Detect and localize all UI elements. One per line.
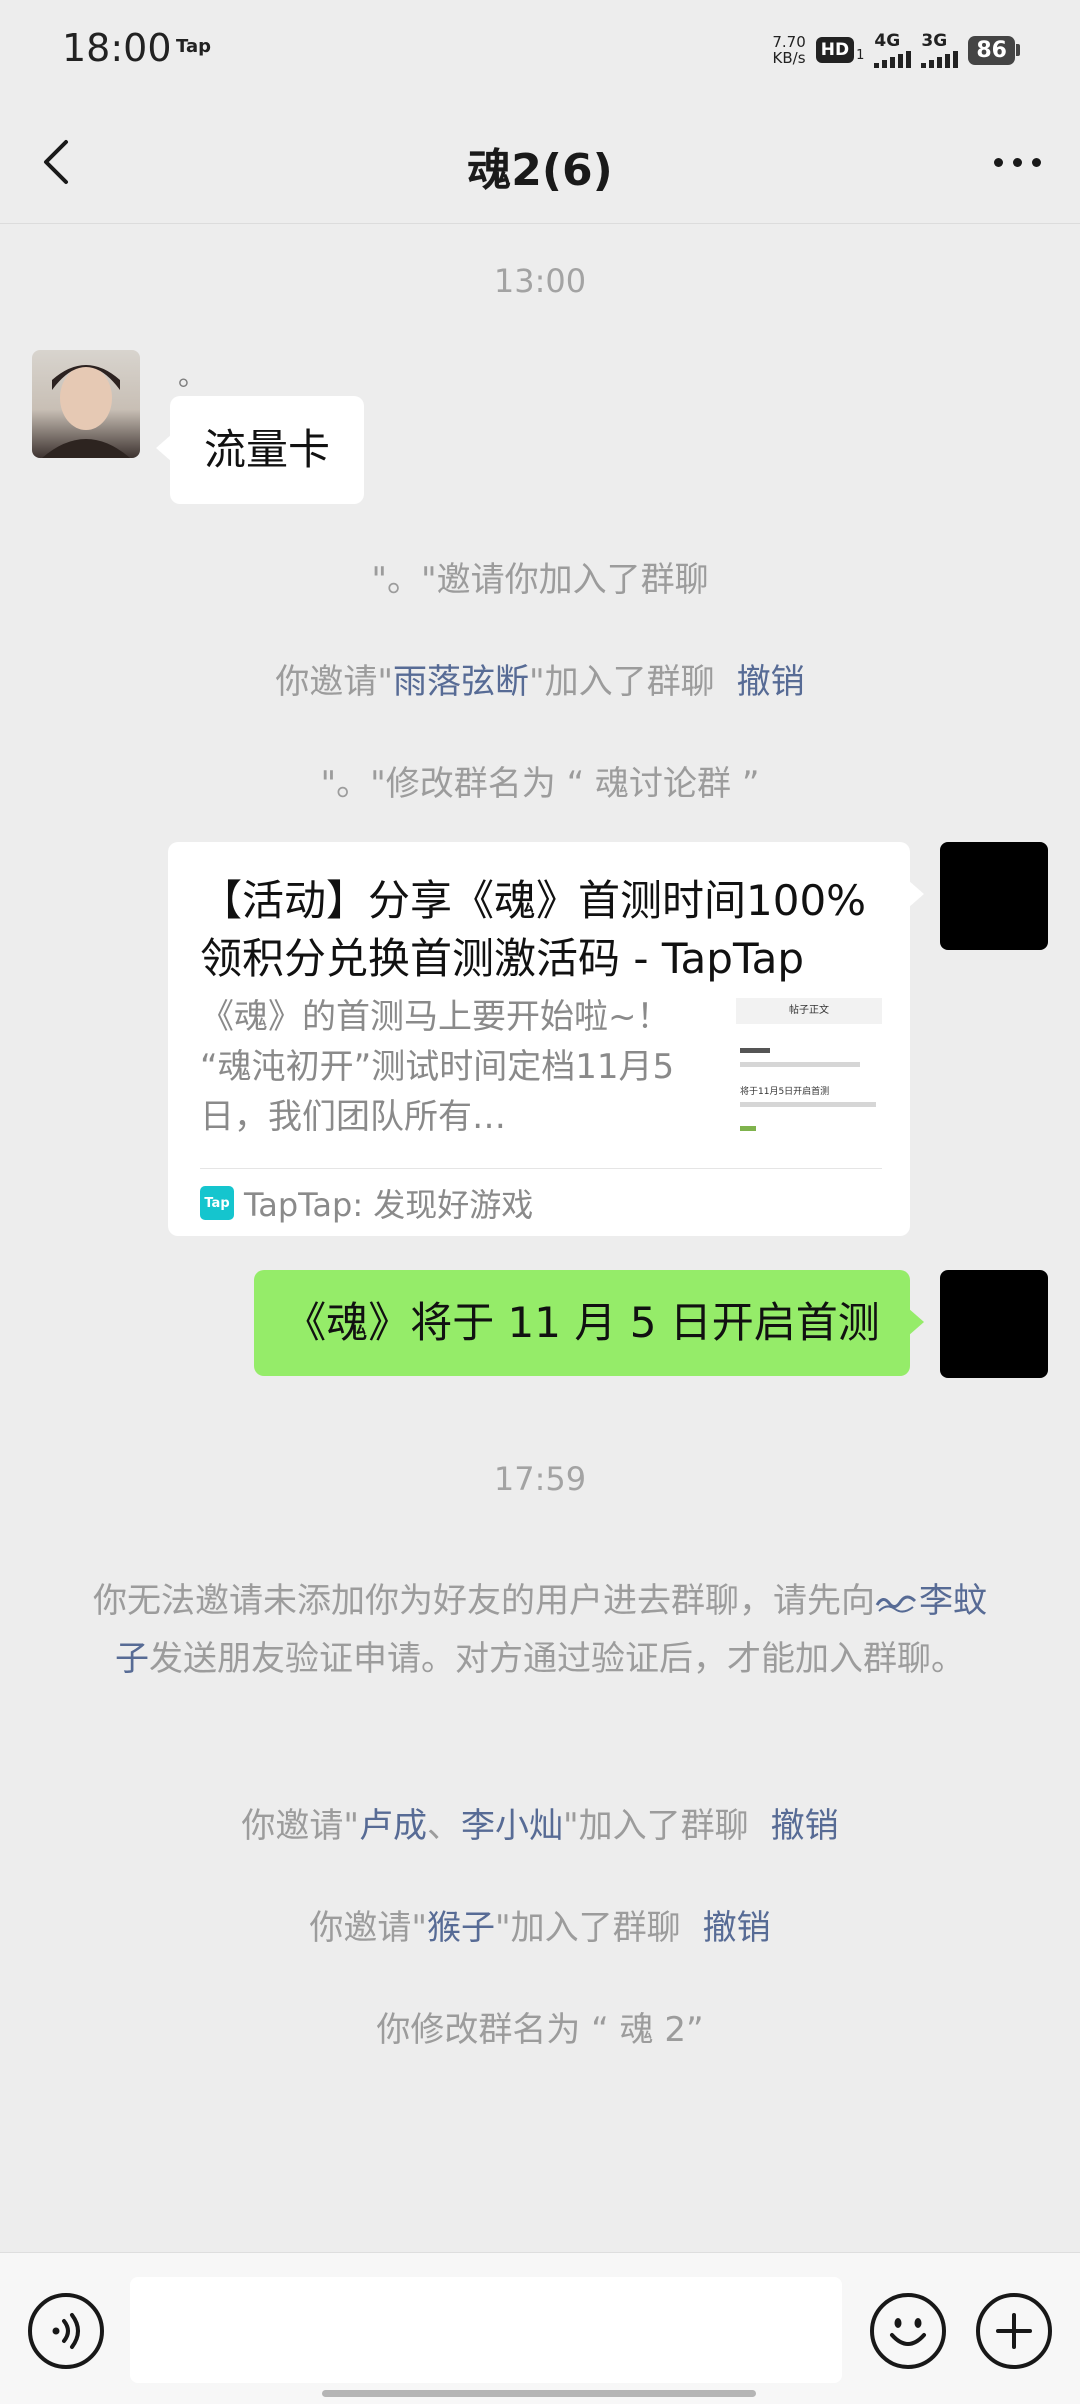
avatar[interactable] xyxy=(940,1270,1048,1378)
net-speed-unit: KB/s xyxy=(772,49,806,67)
voice-icon[interactable] xyxy=(28,2293,104,2369)
thumb-line xyxy=(740,1048,770,1053)
system-message: 你邀请"卢成、李小灿"加入了群聊 撤销 xyxy=(0,1798,1080,1847)
more-dots-icon[interactable] xyxy=(984,136,1050,188)
signal-3g-icon: 3G xyxy=(921,31,959,68)
hd-sub: 1 xyxy=(856,48,865,63)
link-card[interactable]: 【活动】分享《魂》首测时间100%领积分兑换首测激活码 - TapTap 《魂》… xyxy=(168,842,924,1236)
net-speed: 7.70 KB/s xyxy=(772,34,805,66)
thumb-header: 帖子正文 xyxy=(736,998,882,1024)
system-message: 你邀请"猴子"加入了群聊 撤销 xyxy=(0,1900,1080,1949)
status-icons: 7.70 KB/s HD 1 4G 3G 86 xyxy=(772,28,1020,72)
member-link[interactable]: 猴子 xyxy=(427,1908,495,1948)
hd-label: HD xyxy=(815,37,855,63)
signal-3g-label: 3G xyxy=(921,31,948,51)
message-input[interactable] xyxy=(130,2277,842,2383)
signal-4g-icon: 4G xyxy=(874,31,912,68)
message-bubble[interactable]: 流量卡 xyxy=(155,396,365,504)
card-title: 【活动】分享《魂》首测时间100%领积分兑换首测激活码 - TapTap xyxy=(200,876,867,983)
system-notice: 你无法邀请未添加你为好友的用户进去群聊，请先向 李蚊子发送朋友验证申请。对方通过验… xyxy=(90,1572,990,1688)
timestamp: 17:59 xyxy=(493,1460,587,1498)
system-text: "加入了群聊 xyxy=(563,1806,749,1846)
card-thumbnail: 帖子正文 将于11月5日开启首测 xyxy=(736,998,882,1144)
system-text: 你邀请" xyxy=(275,662,393,702)
sender-name: 。 xyxy=(178,359,207,392)
chat-title: 魂2(6) xyxy=(467,145,613,196)
revoke-link[interactable]: 撤销 xyxy=(771,1806,839,1846)
system-message: 你修改群名为 “ 魂 2” xyxy=(376,2010,704,2050)
system-text: "加入了群聊 xyxy=(529,662,715,702)
thumb-line xyxy=(740,1062,860,1067)
taptap-logo-icon: Tap xyxy=(200,1186,234,1220)
system-text: 你邀请" xyxy=(309,1908,427,1948)
status-time: 18:00 xyxy=(62,26,172,70)
thumb-line xyxy=(740,1102,876,1107)
member-link[interactable]: 卢成 xyxy=(359,1806,427,1846)
system-text: "加入了群聊 xyxy=(495,1908,681,1948)
timestamp: 13:00 xyxy=(493,262,587,300)
card-divider xyxy=(200,1168,882,1169)
battery-level: 86 xyxy=(968,35,1015,65)
card-source-label: TapTap: 发现好游戏 xyxy=(244,1186,534,1224)
card-source: Tap TapTap: 发现好游戏 xyxy=(200,1180,533,1226)
plus-icon[interactable] xyxy=(976,2293,1052,2369)
card-description: 《魂》的首测马上要开始啦~！ “魂沌初开”测试时间定档11月5日，我们团队所有… xyxy=(200,997,675,1137)
emoji-icon[interactable] xyxy=(870,2293,946,2369)
status-bar: 18:00 Tap 7.70 KB/s HD 1 4G 3G 86 xyxy=(0,0,1080,100)
member-link[interactable]: 雨落弦断 xyxy=(393,662,529,702)
hd-icon: HD 1 xyxy=(815,37,865,63)
revoke-link[interactable]: 撤销 xyxy=(737,662,805,702)
thumb-line xyxy=(740,1126,756,1131)
system-message: "。"修改群名为 “ 魂讨论群 ” xyxy=(320,764,760,804)
system-text: 、 xyxy=(427,1806,461,1846)
thumb-text: 将于11月5日开启首测 xyxy=(740,1087,830,1097)
chat-header: 魂2(6) xyxy=(0,100,1080,224)
home-indicator[interactable] xyxy=(322,2390,756,2397)
member-link[interactable]: 李小灿 xyxy=(461,1806,563,1846)
system-text: 发送朋友验证申请。对方通过验证后，才能加入群聊。 xyxy=(149,1639,965,1679)
system-message: "。"邀请你加入了群聊 xyxy=(371,560,709,600)
net-speed-value: 7.70 xyxy=(772,33,806,51)
system-message: 你邀请"雨落弦断"加入了群聊 撤销 xyxy=(0,654,1080,703)
wave-icon xyxy=(875,1595,917,1613)
avatar[interactable] xyxy=(32,350,140,458)
system-text: 你无法邀请未添加你为好友的用户进去群聊，请先向 xyxy=(93,1581,875,1621)
system-text: 你邀请" xyxy=(241,1806,359,1846)
revoke-link[interactable]: 撤销 xyxy=(703,1908,771,1948)
tap-notification-icon: Tap xyxy=(176,36,211,57)
message-bubble[interactable]: 《魂》将于 11 月 5 日开启首测 xyxy=(254,1270,924,1376)
avatar[interactable] xyxy=(940,842,1048,950)
battery-icon: 86 xyxy=(968,35,1020,65)
signal-4g-label: 4G xyxy=(874,31,901,51)
input-bar xyxy=(0,2252,1080,2404)
